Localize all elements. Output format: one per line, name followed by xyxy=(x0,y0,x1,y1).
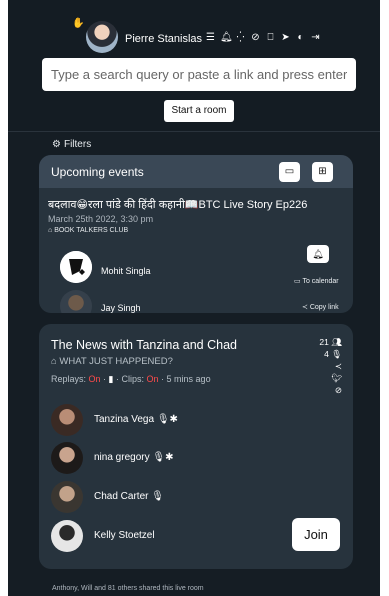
calendar-button[interactable]: ▭ xyxy=(279,162,300,182)
upcoming-events-title: Upcoming events xyxy=(51,165,144,179)
upcoming-events-card: Upcoming events ▭ ⊞ बदलाव😁रला पांडे की ह… xyxy=(39,155,353,313)
host-logo-icon xyxy=(60,251,92,283)
speaker-count-value: 4 xyxy=(324,349,329,359)
hide-icon[interactable]: ⊘ xyxy=(319,384,342,396)
speaker-name-label: Chad Carter xyxy=(94,491,149,502)
moderator-icon: ✱ xyxy=(169,414,178,425)
to-calendar-link[interactable]: ▭ To calendar xyxy=(294,277,339,285)
contrast-icon[interactable]: ◐ xyxy=(295,31,306,44)
copy-link-label: Copy link xyxy=(309,304,339,311)
copy-link[interactable]: ≺ Copy link xyxy=(302,303,339,311)
shared-by-text: Anthony, Will and 81 others shared this … xyxy=(52,585,204,592)
remind-button[interactable]: 🔔︎ xyxy=(307,245,329,263)
top-bar: ✋ Pierre Stanislas ☰ 🔔︎ ⁛ ⊘ ⎕ ➤ ◐ ⇥ Star… xyxy=(8,0,380,132)
host-name[interactable]: Jay Singh xyxy=(101,303,141,313)
speaker-name[interactable]: Chad Carter 🎙︎ xyxy=(94,491,164,502)
speaker-name[interactable]: nina gregory 🎙︎✱ xyxy=(94,452,173,463)
header-icons: ☰ 🔔︎ ⁛ ⊘ ⎕ ➤ ◐ ⇥ xyxy=(205,31,321,44)
clips-status: On xyxy=(146,374,159,384)
to-calendar-label: To calendar xyxy=(302,278,339,285)
room-stats: 21 👥︎ 4 🎙︎ ≺ 🐦︎ ⊘ xyxy=(319,336,342,396)
loader-icon[interactable]: ⁛ xyxy=(235,31,246,44)
filters-toggle[interactable]: ⚙ Filters xyxy=(52,139,91,150)
host-avatar[interactable] xyxy=(60,290,92,313)
speaker-name[interactable]: Kelly Stoetzel xyxy=(94,530,155,541)
mic-icon: 🎙︎ xyxy=(151,491,164,502)
event-club[interactable]: ⌂ BOOK TALKERS CLUB xyxy=(48,227,128,234)
home-icon: ⌂ xyxy=(51,356,57,367)
compass-icon[interactable]: ⊘ xyxy=(250,31,261,44)
replays-status: On xyxy=(88,374,101,384)
room-club[interactable]: ⌂ WHAT JUST HAPPENED? xyxy=(51,356,173,367)
mic-icon: 🎙︎ xyxy=(156,414,170,425)
speaker-avatar[interactable] xyxy=(51,481,83,513)
mic-icon: 🎙︎ xyxy=(152,452,166,463)
room-time: 5 mins ago xyxy=(166,374,211,384)
gear-icon: ⚙ xyxy=(52,139,61,150)
room-title[interactable]: The News with Tanzina and Chad xyxy=(51,338,237,352)
app-window: ✋ Pierre Stanislas ☰ 🔔︎ ⁛ ⊘ ⎕ ➤ ◐ ⇥ Star… xyxy=(8,0,380,596)
bell-icon[interactable]: 🔔︎ xyxy=(220,31,233,44)
menu-icon[interactable]: ☰ xyxy=(205,31,216,44)
start-room-button[interactable]: Start a room xyxy=(164,100,234,122)
upcoming-events-header: Upcoming events ▭ ⊞ xyxy=(39,155,353,188)
event-title[interactable]: बदलाव😁रला पांडे की हिंदी कहानी📖BTC Live … xyxy=(48,197,307,212)
username[interactable]: Pierre Stanislas xyxy=(125,33,202,45)
listener-count-value: 21 xyxy=(319,337,329,347)
logout-icon[interactable]: ⇥ xyxy=(310,31,321,44)
send-icon[interactable]: ➤ xyxy=(280,31,291,44)
twitter-icon[interactable]: 🐦︎ xyxy=(319,372,342,384)
live-room-card[interactable]: The News with Tanzina and Chad ⌂ WHAT JU… xyxy=(39,324,353,569)
mic-icon: 🎙︎ xyxy=(331,349,342,359)
share-icon: ≺ xyxy=(302,304,308,311)
calendar-plus-icon: ⊞ xyxy=(318,166,327,177)
filters-label: Filters xyxy=(63,139,92,150)
people-icon: 👥︎ xyxy=(331,337,342,347)
join-button[interactable]: Join xyxy=(292,518,340,551)
moderator-icon: ✱ xyxy=(165,452,174,463)
bookmark-icon[interactable]: ⎕ xyxy=(265,31,276,44)
speaker-name-label: Tanzina Vega xyxy=(94,414,155,425)
calendar-icon: ▭ xyxy=(294,278,301,285)
speaker-name-label: nina gregory xyxy=(94,452,150,463)
host-avatar[interactable] xyxy=(60,251,92,283)
home-icon: ⌂ xyxy=(48,227,53,234)
share-icon[interactable]: ≺ xyxy=(319,360,342,372)
speaker-count: 4 🎙︎ xyxy=(319,348,342,360)
speaker-name[interactable]: Tanzina Vega 🎙︎✱ xyxy=(94,414,178,425)
room-meta: Replays: On · ▮ · Clips: On · 5 mins ago xyxy=(51,374,211,384)
clips-label: Clips: xyxy=(121,374,145,384)
raised-hand-icon: ✋ xyxy=(72,18,85,29)
host-name[interactable]: Mohit Singla xyxy=(101,266,151,276)
room-club-label: WHAT JUST HAPPENED? xyxy=(59,356,173,367)
event-club-label: BOOK TALKERS CLUB xyxy=(54,227,129,234)
listener-count: 21 👥︎ xyxy=(319,336,342,348)
speaker-avatar[interactable] xyxy=(51,520,83,552)
search-input[interactable] xyxy=(42,58,356,91)
bell-icon: 🔔︎ xyxy=(312,249,324,259)
calendar-add-button[interactable]: ⊞ xyxy=(312,162,333,182)
speaker-avatar[interactable] xyxy=(51,442,83,474)
user-avatar[interactable] xyxy=(86,21,118,53)
event-date: March 25th 2022, 3:30 pm xyxy=(48,214,154,224)
bookmark-icon: ▮ xyxy=(108,374,114,384)
calendar-icon: ▭ xyxy=(284,166,295,177)
speaker-avatar[interactable] xyxy=(51,404,83,436)
replays-label: Replays: xyxy=(51,374,87,384)
